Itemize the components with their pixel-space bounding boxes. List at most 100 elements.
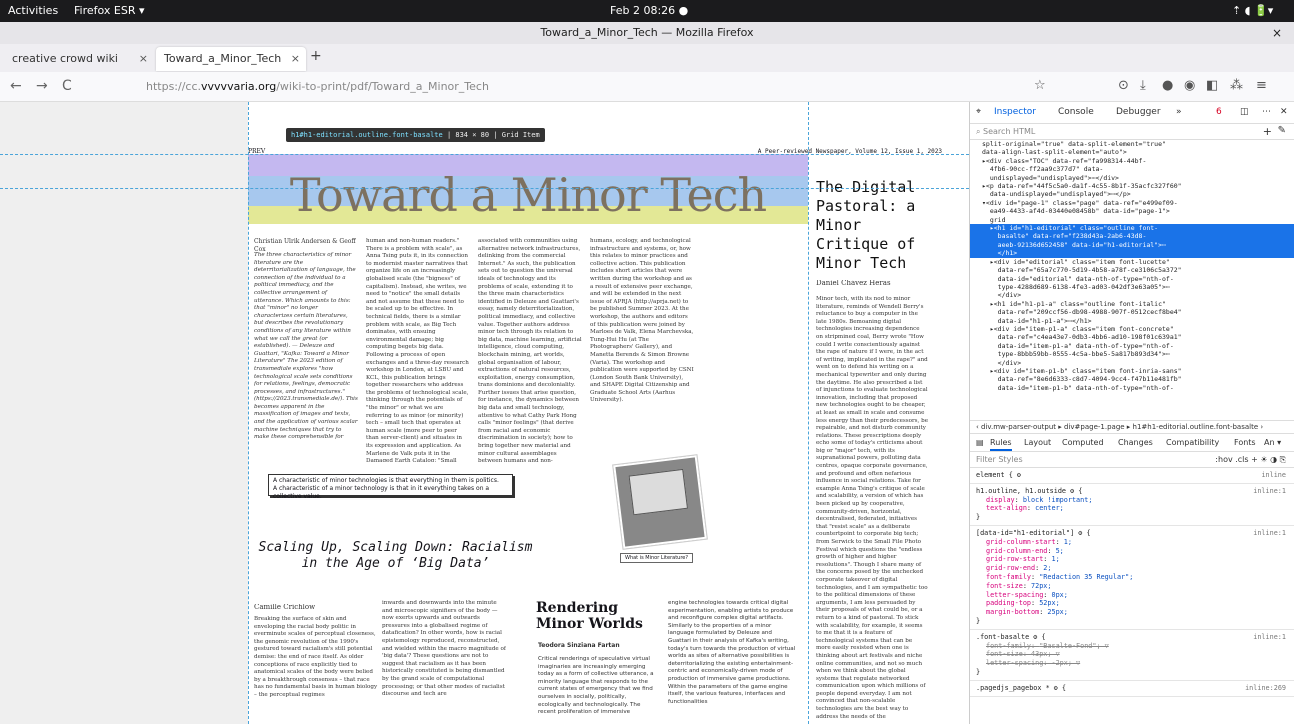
property-value[interactable]: 2; bbox=[1043, 564, 1051, 572]
markup-row[interactable]: </div> bbox=[970, 359, 1294, 367]
property-value[interactable]: center; bbox=[1035, 504, 1064, 512]
markup-row[interactable]: data-ref="c4ea43e7-0db3-4bb6-ad10-198f01… bbox=[970, 333, 1294, 341]
close-devtools-icon[interactable]: ✕ bbox=[1280, 107, 1288, 117]
css-declaration[interactable]: margin-bottom: 25px; bbox=[976, 608, 1288, 617]
markup-row[interactable]: ea49-4433-af4d-03440e08458b" data-id="pa… bbox=[970, 207, 1294, 215]
property-name[interactable]: display bbox=[986, 496, 1015, 504]
property-name[interactable]: text-align bbox=[986, 504, 1027, 512]
menu-icon[interactable]: ≡ bbox=[1256, 78, 1267, 93]
markup-row[interactable]: ▾<div id="page-1" class="page" data-ref=… bbox=[970, 199, 1294, 207]
activities-button[interactable]: Activities bbox=[8, 4, 58, 17]
tab-console[interactable]: Console bbox=[1058, 107, 1094, 117]
property-value[interactable]: 72px; bbox=[1031, 582, 1051, 590]
markup-row[interactable]: data-ref="65a7c770-5d19-4b58-a78f-ce3106… bbox=[970, 266, 1294, 274]
markup-row[interactable]: ▸<div class="TOC" data-ref="fa998314-44b… bbox=[970, 157, 1294, 165]
markup-row[interactable]: type-4288d689-6138-4fe3-ad03-042df3e63a0… bbox=[970, 283, 1294, 291]
property-value[interactable]: 43px; ▽ bbox=[1031, 650, 1060, 658]
css-declaration[interactable]: letter-spacing: -2px; ▽ bbox=[976, 659, 1288, 668]
search-input[interactable]: Search HTML bbox=[983, 127, 1035, 136]
extensions-icon[interactable]: ⁂ bbox=[1230, 78, 1243, 93]
property-value[interactable]: "Redaction 35 Regular"; bbox=[1039, 573, 1133, 581]
tab-close-icon[interactable]: × bbox=[291, 47, 300, 71]
property-value[interactable]: 1; bbox=[1051, 555, 1059, 563]
markup-row[interactable]: data-id="item-p1-a" data-nth-of-type="nt… bbox=[970, 342, 1294, 350]
reload-icon[interactable]: C bbox=[62, 78, 72, 94]
markup-row[interactable]: grid bbox=[970, 216, 1294, 224]
css-declaration[interactable]: font-family: "Basalte-Fond"; ▽ bbox=[976, 642, 1288, 651]
property-value[interactable]: "Basalte-Fond"; ▽ bbox=[1039, 642, 1109, 650]
markup-row[interactable]: 4fb6-90cc-ff2aa9c377d7" data- bbox=[970, 165, 1294, 173]
add-node-icon[interactable]: + bbox=[1263, 125, 1272, 138]
rule-source-link[interactable]: inline:1 bbox=[1253, 633, 1286, 642]
markup-row[interactable]: data-undisplayed="undisplayed">⋯</p> bbox=[970, 190, 1294, 198]
markup-row[interactable]: ▸<div id="editorial" class="item font-lu… bbox=[970, 258, 1294, 266]
css-declaration[interactable]: letter-spacing: 0px; bbox=[976, 591, 1288, 600]
markup-row[interactable]: ▸<div id="item-p1-a" class="item font-co… bbox=[970, 325, 1294, 333]
rule-selector[interactable]: [data-id="h1-editorial"] ⚙ { bbox=[976, 529, 1288, 538]
property-name[interactable]: padding-top bbox=[986, 599, 1031, 607]
filter-styles-bar[interactable]: Filter Styles :hov .cls + ☀ ◑ ⎘ bbox=[970, 452, 1294, 468]
bookmark-star-icon[interactable]: ☆ bbox=[1034, 78, 1046, 93]
tab-animations[interactable]: An ▾ bbox=[1264, 438, 1281, 447]
css-declaration[interactable]: font-size: 43px; ▽ bbox=[976, 650, 1288, 659]
property-value[interactable]: 0px; bbox=[1051, 591, 1067, 599]
tab-creative-crowd-wiki[interactable]: creative crowd wiki × bbox=[4, 47, 154, 71]
url-bar[interactable]: https://cc.vvvvvaria.org/wiki-to-print/p… bbox=[146, 75, 1056, 99]
clock[interactable]: Feb 2 08:26 ● bbox=[610, 4, 688, 17]
property-value[interactable]: 5; bbox=[1056, 547, 1064, 555]
tab-layout[interactable]: Layout bbox=[1024, 438, 1051, 447]
extension-icon[interactable]: ● bbox=[1162, 78, 1173, 93]
tab-inspector[interactable]: Inspector bbox=[994, 107, 1036, 117]
property-name[interactable]: margin-bottom bbox=[986, 608, 1039, 616]
options-icon[interactable]: ⋯ bbox=[1262, 107, 1271, 117]
property-value[interactable]: -2px; ▽ bbox=[1051, 659, 1080, 667]
rule-selector[interactable]: element { ⚙ bbox=[976, 471, 1288, 480]
markup-row[interactable]: data-align-last-split-element="auto"> bbox=[970, 148, 1294, 156]
eyedropper-icon[interactable]: ✎ bbox=[1278, 125, 1286, 136]
tab-rules[interactable]: Rules bbox=[990, 438, 1012, 451]
markup-row[interactable]: data-id="item-p1-b" data-nth-of-type="nt… bbox=[970, 384, 1294, 392]
property-value[interactable]: 1; bbox=[1064, 538, 1072, 546]
property-name[interactable]: letter-spacing bbox=[986, 591, 1043, 599]
filter-styles-input[interactable]: Filter Styles bbox=[976, 455, 1023, 464]
pick-element-icon[interactable]: ⌖ bbox=[976, 107, 981, 117]
markup-row[interactable]: ▸<h1 id="h1-editorial" class="outline fo… bbox=[970, 224, 1294, 233]
property-value[interactable]: 25px; bbox=[1047, 608, 1067, 616]
html-search-bar[interactable]: ⌕ Search HTML + ✎ bbox=[970, 124, 1294, 140]
markup-row[interactable]: ▸<p data-ref="44f5c5a0-da1f-4c55-8b1f-35… bbox=[970, 182, 1294, 190]
css-declaration[interactable]: text-align: center; bbox=[976, 504, 1288, 513]
app-menu[interactable]: Firefox ESR ▾ bbox=[74, 4, 145, 17]
markup-row[interactable]: </h1> bbox=[970, 249, 1294, 258]
property-name[interactable]: grid-row-start bbox=[986, 555, 1043, 563]
markup-row[interactable]: data-ref="209ccf56-db98-4988-907f-0512ce… bbox=[970, 308, 1294, 316]
rule-source-link[interactable]: inline:1 bbox=[1253, 529, 1286, 538]
downloads-icon[interactable]: ⤓ bbox=[1140, 78, 1146, 93]
css-declaration[interactable]: display: block !important; bbox=[976, 496, 1288, 505]
property-name[interactable]: font-family bbox=[986, 642, 1031, 650]
markup-row[interactable]: </div> bbox=[970, 291, 1294, 299]
css-declaration[interactable]: grid-column-end: 5; bbox=[976, 547, 1288, 556]
css-declaration[interactable]: padding-top: 52px; bbox=[976, 599, 1288, 608]
new-tab-button[interactable]: + bbox=[310, 48, 322, 64]
markup-row[interactable]: undisplayed="undisplayed">⋯</div> bbox=[970, 174, 1294, 182]
rule-source-link[interactable]: inline bbox=[1261, 471, 1286, 480]
breadcrumb[interactable]: ‹ div.mw-parser-output ▸ div#page-1.page… bbox=[970, 420, 1294, 434]
markup-row[interactable]: ▸<h1 id="h1-p1-a" class="outline font-it… bbox=[970, 300, 1294, 308]
tab-debugger[interactable]: Debugger bbox=[1116, 107, 1161, 117]
h1-editorial-highlight[interactable]: Toward a Minor Tech bbox=[248, 154, 808, 224]
page-viewport[interactable]: PREV A Peer-reviewed Newspaper, Volume 1… bbox=[0, 102, 969, 724]
markup-row[interactable]: basalte" data-ref="f238d43a-2ab6-43d8- bbox=[970, 232, 1294, 241]
property-name[interactable]: font-family bbox=[986, 573, 1031, 581]
tab-computed[interactable]: Computed bbox=[1062, 438, 1104, 447]
rule-source-link[interactable]: inline:1 bbox=[1253, 487, 1286, 496]
css-declaration[interactable]: font-size: 72px; bbox=[976, 582, 1288, 591]
rule-selector[interactable]: .font-basalte ⚙ { bbox=[976, 633, 1288, 642]
markup-row[interactable]: aeeb-92136d652458" data-id="h1-editorial… bbox=[970, 240, 1294, 250]
property-name[interactable]: font-size bbox=[986, 582, 1023, 590]
filter-tools[interactable]: :hov .cls + ☀ ◑ ⎘ bbox=[1215, 455, 1286, 465]
screenshot-icon[interactable]: ◧ bbox=[1206, 78, 1218, 93]
rule-selector[interactable]: .pagedjs_pagebox * ⚙ { bbox=[976, 684, 1288, 693]
markup-row[interactable]: data-ref="8e6d6333-c8d7-4094-9cc4-f47b11… bbox=[970, 375, 1294, 383]
property-name[interactable]: grid-column-end bbox=[986, 547, 1047, 555]
css-declaration[interactable]: font-family: "Redaction 35 Regular"; bbox=[976, 573, 1288, 582]
